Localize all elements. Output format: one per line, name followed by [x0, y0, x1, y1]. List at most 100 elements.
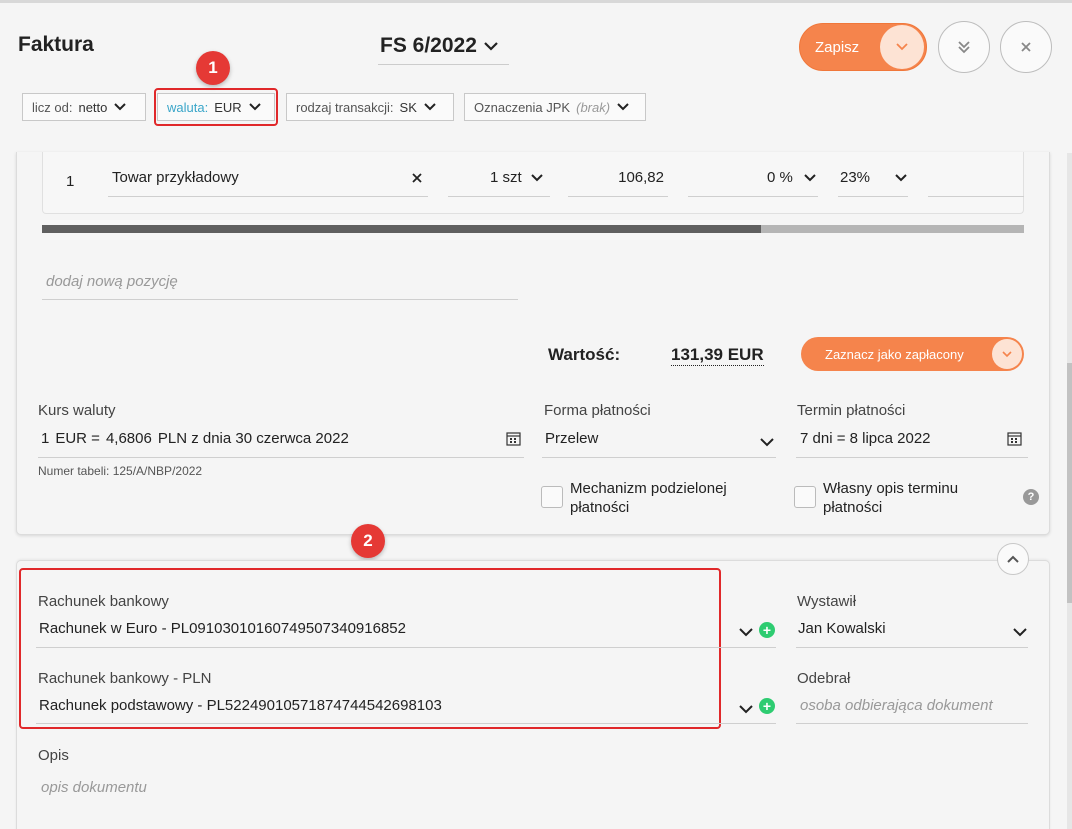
item-vat: 23% — [840, 169, 871, 186]
item-name-input[interactable]: Towar przykładowy — [112, 169, 239, 186]
custom-due-checkbox[interactable] — [794, 486, 816, 508]
currency-dropdown[interactable]: waluta: EUR — [157, 93, 275, 121]
split-payment-label: Mechanizm podzielonej płatności — [570, 479, 727, 517]
chevron-down-icon — [530, 173, 543, 181]
exchange-rate-label: Kurs waluty — [38, 402, 116, 419]
calendar-icon[interactable] — [506, 431, 521, 451]
chevron-down-icon — [424, 103, 436, 111]
save-button-label: Zapisz — [815, 38, 860, 56]
close-button[interactable] — [1000, 21, 1052, 73]
close-icon — [1021, 42, 1031, 52]
close-icon — [412, 173, 422, 183]
calc-mode-dropdown[interactable]: licz od: netto — [22, 93, 146, 121]
exchange-currency: EUR = — [55, 430, 100, 447]
invoice-editor: Faktura FS 6/2022 Zapisz 1 licz od: nett… — [0, 0, 1072, 829]
bank-account-pln-dropdown[interactable] — [738, 701, 754, 719]
annotation-badge-2: 2 — [351, 524, 385, 558]
add-item-underline — [42, 299, 518, 300]
bank-account-dropdown[interactable] — [738, 624, 754, 642]
bank-account-pln-label: Rachunek bankowy - PLN — [38, 670, 212, 687]
item-quantity-dropdown[interactable]: 1 szt — [490, 169, 544, 186]
vertical-scrollbar[interactable] — [1067, 153, 1072, 829]
item-discount: 0 % — [767, 169, 793, 186]
document-number-dropdown[interactable]: FS 6/2022 — [380, 34, 499, 58]
due-date-label: Termin płatności — [797, 402, 906, 419]
issued-by-dropdown[interactable] — [1012, 624, 1028, 642]
custom-due-label: Własny opis terminu płatności — [823, 479, 958, 517]
add-bank-account-icon[interactable]: + — [759, 622, 775, 638]
item-discount-underline — [688, 196, 818, 197]
item-price-underline — [568, 196, 668, 197]
vertical-scrollbar-thumb[interactable] — [1067, 363, 1072, 603]
payment-form-dropdown[interactable] — [759, 434, 775, 452]
calendar-icon[interactable] — [1007, 431, 1022, 451]
item-quantity-underline — [448, 196, 550, 197]
issued-by-underline — [796, 647, 1028, 648]
chevron-down-icon — [617, 103, 629, 111]
item-name-underline — [108, 196, 428, 197]
chip-value: SK — [399, 99, 417, 115]
remove-item-button[interactable] — [411, 171, 423, 189]
bank-account-value: Rachunek w Euro - PL09103010160749507340… — [39, 620, 406, 637]
bank-account-pln-value: Rachunek podstawowy - PL5224901057187474… — [39, 697, 442, 714]
chip-key: waluta: — [167, 99, 209, 115]
collapse-button[interactable] — [997, 543, 1029, 575]
payment-form-underline — [542, 457, 776, 458]
chevron-up-icon — [1007, 555, 1019, 563]
table-number: Numer tabeli: 125/A/NBP/2022 — [38, 464, 203, 478]
chip-key: rodzaj transakcji: — [296, 99, 394, 115]
save-button[interactable]: Zapisz — [799, 23, 927, 71]
custom-due-line2: płatności — [823, 499, 883, 516]
double-chevron-down-icon — [958, 41, 970, 54]
mark-paid-dropdown[interactable] — [992, 339, 1022, 369]
item-discount-dropdown[interactable]: 0 % — [767, 169, 817, 186]
mark-paid-button[interactable]: Zaznacz jako zapłacony — [801, 337, 1024, 371]
received-by-underline — [796, 723, 1028, 724]
horizontal-scrollbar-track[interactable] — [761, 225, 1024, 233]
document-number-underline — [378, 64, 509, 65]
exchange-description: PLN z dnia 30 czerwca 2022 — [157, 430, 349, 447]
document-number: FS 6/2022 — [380, 34, 477, 57]
add-bank-account-pln-icon[interactable]: + — [759, 698, 775, 714]
expand-all-button[interactable] — [938, 21, 990, 73]
bank-account-underline — [36, 647, 776, 648]
chevron-down-icon — [760, 438, 774, 447]
chevron-down-icon — [1013, 628, 1027, 637]
issued-by-label: Wystawił — [797, 593, 857, 610]
chip-key: licz od: — [32, 99, 73, 115]
horizontal-scrollbar-thumb[interactable] — [42, 225, 761, 233]
exchange-rate-underline — [38, 457, 524, 458]
description-input[interactable]: opis dokumentu — [41, 779, 147, 796]
chevron-down-icon — [483, 34, 499, 58]
bank-account-pln-underline — [36, 723, 776, 724]
chip-value: (brak) — [576, 99, 611, 115]
item-vat-underline — [838, 196, 908, 197]
mark-paid-label: Zaznacz jako zapłacony — [825, 346, 964, 362]
item-vat-dropdown[interactable]: 23% — [840, 169, 908, 186]
payment-form-value: Przelew — [545, 430, 599, 447]
save-options-dropdown[interactable] — [880, 25, 924, 69]
exchange-rate-value: 4,6806 — [105, 430, 152, 447]
exchange-amount: 1 — [41, 430, 50, 447]
payment-form-label: Forma płatności — [544, 402, 651, 419]
jpk-markings-dropdown[interactable]: Oznaczenia JPK (brak) — [464, 93, 646, 121]
exchange-rate-field[interactable]: 1 EUR = 4,6806 PLN z dnia 30 czerwca 202… — [41, 430, 349, 447]
due-date-underline — [796, 457, 1028, 458]
received-by-input[interactable]: osoba odbierająca dokument — [800, 697, 993, 714]
chevron-down-icon — [804, 173, 816, 181]
item-price-input[interactable]: 106,82 — [568, 169, 664, 186]
add-item-input[interactable]: dodaj nową pozycję — [46, 273, 178, 290]
chevron-down-icon — [248, 103, 261, 111]
chevron-down-icon — [739, 628, 753, 637]
transaction-type-dropdown[interactable]: rodzaj transakcji: SK — [286, 93, 454, 121]
split-payment-checkbox[interactable] — [541, 486, 563, 508]
help-icon[interactable]: ? — [1023, 489, 1039, 505]
chip-value: EUR — [214, 99, 242, 115]
split-payment-line2: płatności — [570, 499, 630, 516]
chevron-down-icon — [114, 103, 127, 111]
due-date-value[interactable]: 7 dni = 8 lipca 2022 — [800, 430, 931, 447]
chevron-down-icon — [739, 705, 753, 714]
item-extra-underline — [928, 196, 1024, 197]
description-label: Opis — [38, 747, 69, 764]
item-index: 1 — [66, 173, 75, 190]
